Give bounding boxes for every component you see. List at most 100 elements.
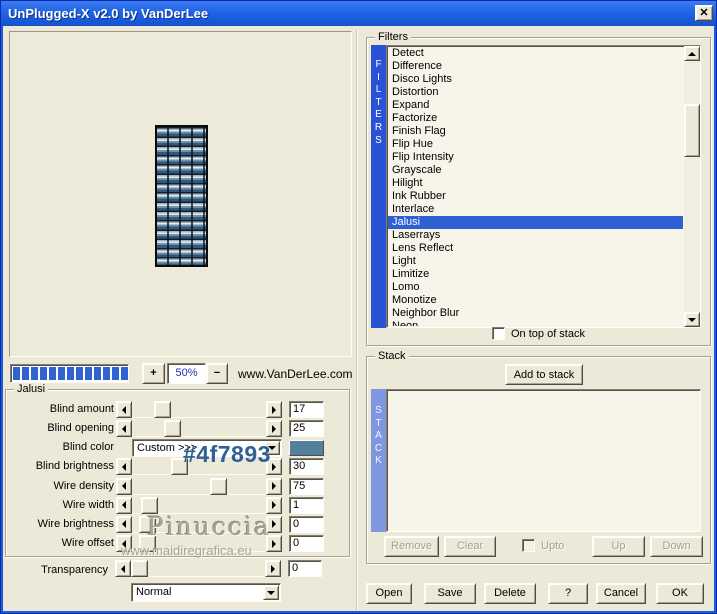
filter-item[interactable]: Monotize <box>388 294 683 307</box>
slider-thumb[interactable] <box>163 420 181 438</box>
slider-track[interactable] <box>132 477 266 495</box>
progress-segment <box>76 367 83 380</box>
value-field[interactable]: 0 <box>289 535 324 553</box>
slider-left-arrow[interactable] <box>116 401 132 418</box>
slider-right-arrow[interactable] <box>266 420 282 438</box>
filter-item[interactable]: Detect <box>388 47 683 60</box>
slider-track[interactable] <box>132 515 266 533</box>
filter-item[interactable]: Ink Rubber <box>388 190 683 203</box>
transparency-track[interactable] <box>131 560 265 577</box>
slider-left-arrow[interactable] <box>116 477 132 495</box>
down-button[interactable]: Down <box>650 536 703 557</box>
slider-right-arrow[interactable] <box>266 515 282 533</box>
stack-list[interactable] <box>386 389 701 532</box>
value-field[interactable]: 17 <box>289 401 324 418</box>
scrollbar-thumb[interactable] <box>684 104 700 157</box>
slider-left-arrow[interactable] <box>116 496 132 514</box>
slider-left-arrow[interactable] <box>116 420 132 438</box>
filter-item[interactable]: Limitize <box>388 268 683 281</box>
value-field[interactable]: 0 <box>289 515 324 533</box>
filter-item[interactable]: Light <box>388 255 683 268</box>
filters-scrollbar[interactable] <box>684 46 700 327</box>
filters-list[interactable]: Detect Difference Disco Lights Distortion Ex… <box>386 45 701 328</box>
progress-segment <box>85 367 92 380</box>
sidebar-letter: T <box>375 417 382 429</box>
filter-item[interactable]: Distortion <box>388 86 683 99</box>
scroll-up-button[interactable] <box>684 46 700 61</box>
dropdown-arrow-button[interactable] <box>263 585 279 600</box>
on-top-checkbox[interactable] <box>492 327 505 340</box>
upto-checkbox[interactable] <box>522 539 535 552</box>
slider-thumb[interactable] <box>139 535 157 553</box>
progress-segment <box>22 367 29 380</box>
slider-track[interactable] <box>132 401 266 418</box>
clear-button[interactable]: Clear <box>444 536 496 557</box>
transparency-value-field[interactable]: 0 <box>288 560 322 577</box>
titlebar[interactable]: UnPlugged-X v2.0 by VanDerLee <box>1 1 716 26</box>
slider-left-arrow[interactable] <box>116 458 132 476</box>
save-button[interactable]: Save <box>424 583 476 604</box>
help-button[interactable]: ? <box>548 583 588 604</box>
filter-item[interactable]: Lomo <box>388 281 683 294</box>
blend-mode-dropdown[interactable]: Normal <box>131 583 281 602</box>
transparency-left-arrow[interactable] <box>115 560 131 577</box>
slider-right-arrow[interactable] <box>266 458 282 476</box>
slider-thumb[interactable] <box>139 515 157 533</box>
close-button[interactable]: ✕ <box>695 5 713 21</box>
scroll-down-button[interactable] <box>684 312 700 327</box>
filter-item[interactable]: Difference <box>388 60 683 73</box>
filter-item[interactable]: Disco Lights <box>388 73 683 86</box>
value-field[interactable]: 25 <box>289 420 324 438</box>
chevron-down-icon <box>267 590 275 595</box>
zoom-level-field[interactable]: 50% <box>167 363 206 384</box>
value-field[interactable]: 75 <box>289 477 324 495</box>
delete-button[interactable]: Delete <box>484 583 536 604</box>
up-button[interactable]: Up <box>592 536 645 557</box>
slider-thumb[interactable] <box>141 496 159 514</box>
value-field[interactable]: 30 <box>289 458 324 476</box>
slider-left-arrow[interactable] <box>116 535 132 553</box>
jalusi-row-wire-width: Wire width 1 <box>6 496 349 515</box>
transparency-thumb[interactable] <box>131 560 148 577</box>
slider-thumb[interactable] <box>154 401 172 418</box>
slider-right-arrow[interactable] <box>266 535 282 553</box>
filter-item[interactable]: Laserrays <box>388 229 683 242</box>
value-field[interactable]: 1 <box>289 496 324 514</box>
open-button[interactable]: Open <box>366 583 412 604</box>
slider-track[interactable] <box>132 535 266 553</box>
filter-item[interactable]: Finish Flag <box>388 125 683 138</box>
slider-right-arrow[interactable] <box>266 477 282 495</box>
filter-item[interactable]: Flip Hue <box>388 138 683 151</box>
add-to-stack-button[interactable]: Add to stack <box>505 364 583 385</box>
transparency-right-arrow[interactable] <box>265 560 281 577</box>
left-arrow-icon <box>122 405 126 414</box>
slider-track[interactable] <box>132 420 266 438</box>
preview-panel[interactable] <box>9 31 352 357</box>
remove-button[interactable]: Remove <box>384 536 439 557</box>
slider-right-arrow[interactable] <box>266 401 282 418</box>
filter-item[interactable]: Hilight <box>388 177 683 190</box>
filter-item[interactable]: Flip Intensity <box>388 151 683 164</box>
filter-item[interactable]: Neighbor Blur <box>388 307 683 320</box>
slider-thumb[interactable] <box>210 477 228 495</box>
filter-item[interactable]: Interlace <box>388 203 683 216</box>
slider-track[interactable] <box>132 496 266 514</box>
blind-color-swatch[interactable] <box>289 440 324 457</box>
filter-item[interactable]: Grayscale <box>388 164 683 177</box>
filter-item[interactable]: Lens Reflect <box>388 242 683 255</box>
slider-track[interactable] <box>132 458 266 476</box>
filter-item[interactable]: Expand <box>388 99 683 112</box>
slider-left-arrow[interactable] <box>116 515 132 533</box>
cancel-button[interactable]: Cancel <box>596 583 646 604</box>
ok-button[interactable]: OK <box>656 583 704 604</box>
slider-thumb[interactable] <box>170 458 188 476</box>
zoom-in-button[interactable]: + <box>142 363 165 384</box>
blind-color-dropdown[interactable]: Custom >>> <box>132 439 282 458</box>
filter-item[interactable]: Factorize <box>388 112 683 125</box>
zoom-out-button[interactable]: − <box>206 363 228 384</box>
filter-item[interactable]: Jalusi <box>388 216 683 229</box>
filters-group-label: Filters <box>375 31 411 43</box>
filter-item[interactable]: Neon <box>388 320 683 326</box>
dropdown-arrow-button[interactable] <box>264 441 280 456</box>
slider-right-arrow[interactable] <box>266 496 282 514</box>
